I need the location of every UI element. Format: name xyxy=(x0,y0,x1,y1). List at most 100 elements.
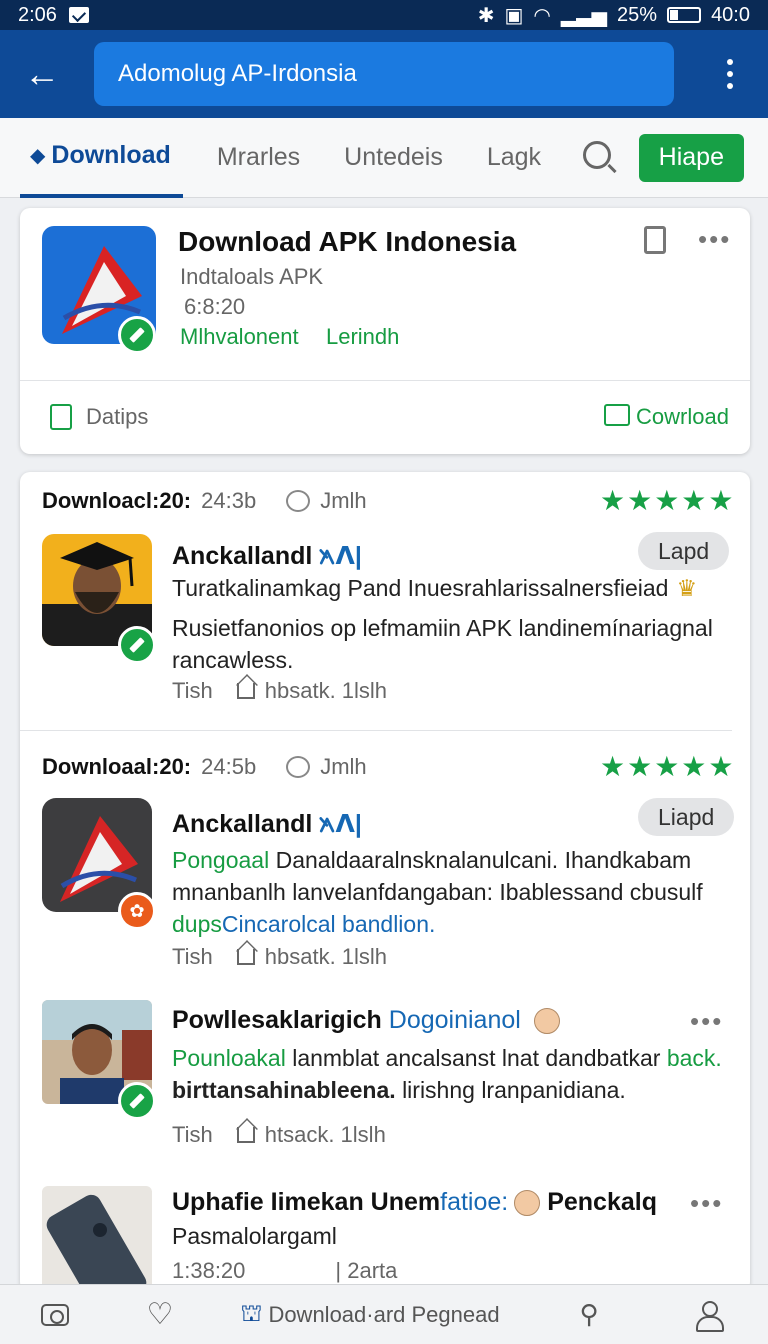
review-tail-rest: lirishng lranpanidiana. xyxy=(402,1077,626,1103)
battery-icon xyxy=(667,7,702,23)
meta-label: Tish xyxy=(172,1122,213,1147)
liapd-pill[interactable]: Liapd xyxy=(638,798,735,836)
reviewer-name-text: Anckallandl xyxy=(172,542,313,570)
tab-bar: ◆ Download Mrarles Untedeis Lagk Hiape xyxy=(0,118,768,198)
reviewer-name-text: Powllesaklarigich xyxy=(172,1006,382,1034)
review-more-icon[interactable]: ••• xyxy=(690,1188,723,1219)
bluetooth-icon: ✱ xyxy=(477,4,495,27)
back-arrow-icon[interactable]: ← xyxy=(0,30,84,118)
review-tail-bold: birttansahinableena. xyxy=(172,1077,396,1103)
lapd-pill[interactable]: Lapd xyxy=(638,532,730,570)
overflow-menu-icon[interactable] xyxy=(692,59,768,89)
review-user: Jmlh xyxy=(320,488,367,513)
search-icon[interactable] xyxy=(583,140,612,169)
verified-badge-icon xyxy=(118,316,156,354)
camera-icon xyxy=(41,1303,69,1326)
review-meta: Tish hbsatk. 1lslh xyxy=(172,944,387,970)
tab-download-label: Download xyxy=(51,141,171,169)
reviewer-name: Powllesaklarigich Dogoinianol xyxy=(172,1006,560,1035)
meta-value: htsack. 1lslh xyxy=(264,1122,386,1147)
reviewer-name-blue: Dogoinianol xyxy=(388,1006,521,1034)
review-link[interactable]: Rusietfanonios op lefmamiin APK landinem… xyxy=(172,612,732,676)
review-time: 24:3b xyxy=(201,488,257,513)
meta-value: | 2arta xyxy=(335,1258,398,1283)
review-time: 24:5b xyxy=(201,754,257,779)
review-date: Downloaal:20: xyxy=(42,754,192,779)
meta-label: Tish xyxy=(172,678,213,703)
home-icon xyxy=(236,949,255,965)
download-nav-icon: ⛫ xyxy=(240,1299,263,1327)
app-badge-icon: ✿ xyxy=(118,892,156,930)
nav-download[interactable]: ⛫ Download·ard Pegnead xyxy=(210,1285,530,1344)
reviewer-name-suffix: ᭶ᐱ| xyxy=(319,810,362,838)
rating-stars: ★★★★★ xyxy=(600,751,736,782)
phone-photo[interactable] xyxy=(42,1186,152,1292)
review-lead: Pounloakal xyxy=(172,1045,286,1071)
nav-favorites[interactable]: ♡ xyxy=(110,1285,210,1344)
verified-badge-icon xyxy=(118,1082,156,1120)
nav-profile[interactable] xyxy=(648,1285,768,1344)
home-icon xyxy=(236,683,255,699)
review-text: Pongoaal Danaldaaralnsknalanulcani. Ihan… xyxy=(172,844,732,940)
nav-share[interactable]: ⚲ xyxy=(530,1285,648,1344)
review-more-icon[interactable]: ••• xyxy=(690,1006,723,1037)
face-emoji-icon xyxy=(533,1008,560,1035)
review-line: Turatkalinamkag Pand Inuesrahlarissalner… xyxy=(172,575,669,601)
review-text: Turatkalinamkag Pand Inuesrahlarissalner… xyxy=(172,572,732,604)
tab-lagk[interactable]: Lagk xyxy=(487,118,541,198)
comment-icon xyxy=(286,490,311,512)
heart-icon: ♡ xyxy=(146,1298,174,1331)
verified-badge-icon xyxy=(118,626,156,664)
review-user: Jmlh xyxy=(320,754,367,779)
tab-download[interactable]: ◆ Download xyxy=(20,118,183,198)
review-lead: Pongoaal xyxy=(172,847,270,873)
review-divider xyxy=(20,730,732,731)
comment-icon xyxy=(286,756,311,778)
status-clock: 40:0 xyxy=(711,3,750,26)
download-button[interactable]: Cowrload xyxy=(636,404,729,430)
card-more-icon[interactable]: ••• xyxy=(698,224,731,255)
review-header: Downloaal:20: 24:5b Jmlh xyxy=(42,754,367,780)
user-icon xyxy=(695,1300,724,1332)
details-button[interactable]: Datips xyxy=(86,404,148,430)
status-time: 2:06 xyxy=(18,3,57,26)
face-emoji-icon xyxy=(514,1190,541,1217)
review-body: lanmblat ancalsanst lnat dandbatkar xyxy=(292,1045,661,1071)
crown-icon: ♛ xyxy=(676,575,698,601)
wifi-icon: ◠ xyxy=(533,4,551,27)
hiape-button[interactable]: Hiape xyxy=(638,133,744,182)
review-text: Pounloakal lanmblat ancalsanst lnat dand… xyxy=(172,1042,732,1106)
chat-icon xyxy=(604,404,630,426)
app-size: 6:8:20 xyxy=(184,294,246,319)
review-tail-green: dups xyxy=(172,911,222,937)
meta-label: Tish xyxy=(172,944,213,969)
review-tail-link[interactable]: Cincarolcal bandlion. xyxy=(222,911,436,937)
reviews-card: Downloacl:20: 24:3b Jmlh ★★★★★ Anckallan… xyxy=(20,472,750,1292)
home-icon xyxy=(236,1127,255,1143)
review-header: Downloacl:20: 24:3b Jmlh xyxy=(42,488,367,514)
app-tag-1[interactable]: Mlhvalonent xyxy=(180,324,299,350)
meta-time: 1:38:20 xyxy=(172,1258,246,1283)
review-meta: 1:38:20 | 2arta xyxy=(172,1258,397,1284)
reviewer-name-suffix: ᭶ᐱ| xyxy=(319,542,362,570)
app-subtitle: Indtaloals APK xyxy=(180,264,324,289)
meta-value: hbsatk. 1lslh xyxy=(264,944,388,969)
reviewer-name-text: Uphafie Iimekan Unem xyxy=(172,1188,441,1216)
reviewer-name-blue: fatioe: xyxy=(440,1188,509,1216)
reviewer-name-tail: Penckalq xyxy=(547,1188,657,1216)
app-bar: ← Adomolug AP-Irdonsia xyxy=(0,30,768,118)
review-link[interactable]: Pasmalolargaml xyxy=(172,1220,337,1252)
signal-icon: ▂▃▅ xyxy=(560,4,608,27)
bottom-nav: ♡ ⛫ Download·ard Pegnead ⚲ xyxy=(0,1284,768,1344)
reviewer-name-text: Anckallandl xyxy=(172,810,313,838)
review-tail-green: back. xyxy=(666,1045,722,1071)
vibrate-icon: ▣ xyxy=(504,4,524,27)
mail-icon xyxy=(68,7,89,23)
review-date: Downloacl:20: xyxy=(42,488,192,513)
bookmark-icon[interactable] xyxy=(644,226,666,254)
nav-camera[interactable] xyxy=(0,1285,110,1344)
tab-mrarles[interactable]: Mrarles xyxy=(217,118,300,198)
search-input[interactable]: Adomolug AP-Irdonsia xyxy=(94,42,674,106)
tab-untedeis[interactable]: Untedeis xyxy=(344,118,443,198)
app-tag-2[interactable]: Lerindh xyxy=(326,324,399,350)
